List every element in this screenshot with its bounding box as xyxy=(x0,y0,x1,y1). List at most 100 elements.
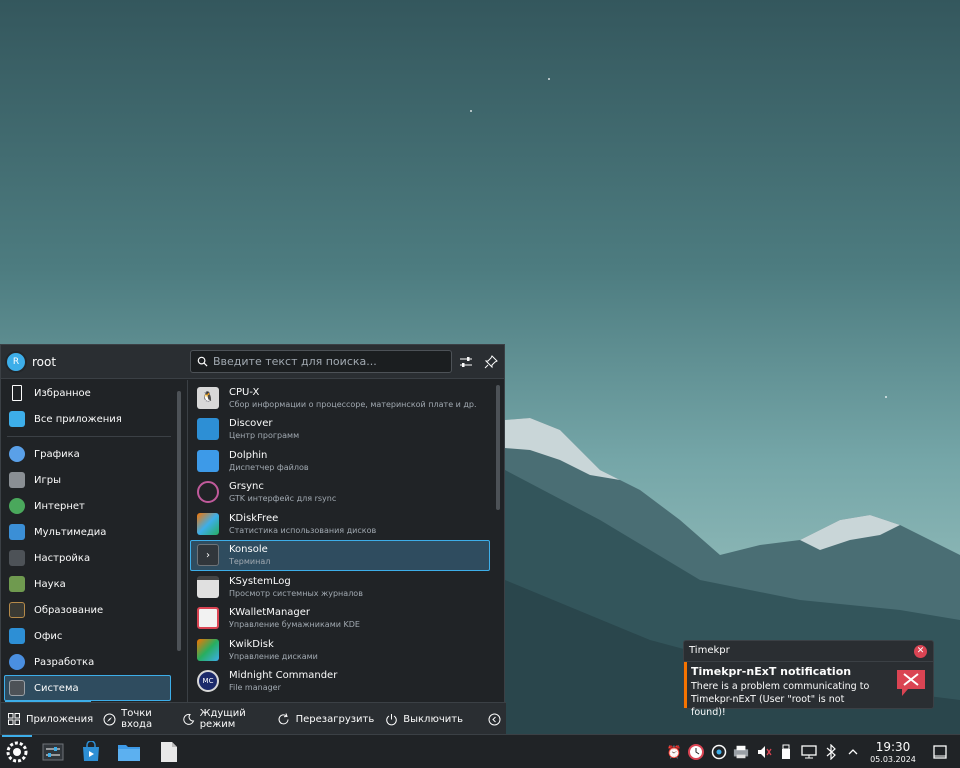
collapse-button[interactable] xyxy=(487,712,506,726)
search-input[interactable] xyxy=(213,355,433,368)
tab-applications[interactable]: Приложения xyxy=(7,712,93,726)
app-item-cpu-x[interactable]: 🐧 CPU-X Сбор информации о процессоре, мат… xyxy=(190,382,490,414)
category-science[interactable]: Наука xyxy=(1,571,183,597)
app-item-midnight-commander[interactable]: MC Midnight Commander File manager xyxy=(190,666,490,698)
kwallet-icon xyxy=(197,607,219,630)
search-field[interactable] xyxy=(190,350,452,373)
category-settings[interactable]: Настройка xyxy=(1,545,183,571)
restart-button[interactable]: Перезагрузить xyxy=(277,712,374,726)
launcher-footer: Приложения Точки входа Ждущий режим Пере… xyxy=(1,702,506,735)
app-description: Управление дисками xyxy=(229,651,318,661)
document-icon xyxy=(161,742,177,762)
app-name: KwikDisk xyxy=(229,638,274,650)
app-item-grsync[interactable]: Grsync GTK интерфейс для rsync xyxy=(190,477,490,509)
tab-applications-label: Приложения xyxy=(26,713,94,725)
category-scrollbar[interactable] xyxy=(177,391,181,651)
notification-app-name: Timekpr xyxy=(689,645,730,656)
category-graphics[interactable]: Графика xyxy=(1,441,183,467)
app-name: Dolphin xyxy=(229,449,268,461)
grsync-icon xyxy=(197,481,219,504)
app-description: File manager xyxy=(229,683,281,693)
bookmark-icon xyxy=(12,385,22,401)
category-internet[interactable]: Интернет xyxy=(1,493,183,519)
avatar[interactable]: R xyxy=(5,350,27,373)
star xyxy=(885,396,887,398)
tab-places[interactable]: Точки входа xyxy=(103,708,172,730)
urgency-bar xyxy=(684,662,687,708)
category-label: Образование xyxy=(34,604,104,616)
volume-muted-icon[interactable] xyxy=(756,744,772,760)
multimedia-icon xyxy=(9,524,25,540)
tab-places-label: Точки входа xyxy=(121,708,153,730)
alarm-icon[interactable]: ⏰ xyxy=(666,744,682,760)
category-favorites[interactable]: Избранное xyxy=(1,380,183,406)
category-label: Графика xyxy=(34,448,80,460)
app-item-konsole[interactable]: › Konsole Терминал xyxy=(190,539,490,571)
show-desktop-button[interactable] xyxy=(932,744,948,760)
launcher-button[interactable] xyxy=(4,739,30,765)
cpu-x-icon: 🐧 xyxy=(197,386,219,409)
ksystemlog-icon xyxy=(197,575,219,598)
configure-button[interactable] xyxy=(457,353,475,371)
taskbar-text-editor[interactable] xyxy=(156,739,182,765)
app-item-kwikdisk[interactable]: KwikDisk Управление дисками xyxy=(190,634,490,666)
category-development[interactable]: Разработка xyxy=(1,649,183,675)
compass-icon xyxy=(103,712,116,726)
app-description: Статистика использования дисков xyxy=(229,525,377,535)
app-list-scrollbar[interactable] xyxy=(496,385,500,510)
app-item-dolphin[interactable]: Dolphin Диспетчер файлов xyxy=(190,445,490,477)
category-multimedia[interactable]: Мультимедиа xyxy=(1,519,183,545)
category-system[interactable]: Система xyxy=(4,675,171,701)
app-item-kdiskfree[interactable]: KDiskFree Статистика использования дисков xyxy=(190,508,490,540)
app-name: CPU-X xyxy=(229,386,260,398)
printer-icon[interactable] xyxy=(733,744,749,760)
mc-icon: MC xyxy=(197,670,219,693)
close-notification-button[interactable]: ✕ xyxy=(914,645,927,658)
clock-time: 19:30 xyxy=(875,740,911,754)
app-description: Терминал xyxy=(229,557,271,567)
moon-icon xyxy=(182,712,195,726)
category-label: Система xyxy=(34,682,79,694)
category-games[interactable]: Игры xyxy=(1,467,183,493)
settings-icon xyxy=(9,550,25,566)
network-icon[interactable] xyxy=(801,744,817,760)
star xyxy=(548,78,550,80)
category-label: Интернет xyxy=(34,500,85,512)
usb-drive-icon[interactable] xyxy=(778,744,794,760)
app-name: KWalletManager xyxy=(229,607,311,619)
restart-icon xyxy=(277,712,291,726)
notification-popup[interactable]: Timekpr ✕ Timekpr-nExT notification Ther… xyxy=(683,640,934,718)
timekpr-clock-icon[interactable] xyxy=(688,744,704,760)
show-desktop-icon xyxy=(933,745,947,759)
taskbar-settings[interactable] xyxy=(40,739,66,765)
power-icon xyxy=(384,712,398,726)
category-education[interactable]: Образование xyxy=(1,597,183,623)
app-item-discover[interactable]: Discover Центр программ xyxy=(190,414,490,446)
launcher-header: R root xyxy=(1,345,504,379)
discover-icon xyxy=(83,741,99,761)
category-label: Избранное xyxy=(34,387,91,399)
category-office[interactable]: Офис xyxy=(1,623,183,649)
chevron-left-icon xyxy=(487,712,501,726)
digital-clock[interactable]: 19:30 05.03.2024 xyxy=(866,740,920,765)
chevron-up-icon[interactable] xyxy=(845,744,861,760)
taskbar-discover[interactable] xyxy=(78,739,104,765)
pin-button[interactable] xyxy=(482,353,500,371)
shutdown-button[interactable]: Выключить xyxy=(384,712,463,726)
sleep-button[interactable]: Ждущий режим xyxy=(182,708,267,730)
science-icon xyxy=(9,576,25,592)
discover-icon xyxy=(197,418,219,441)
graphics-icon xyxy=(9,446,25,462)
category-label: Наука xyxy=(34,578,66,590)
divider xyxy=(684,661,934,662)
bluetooth-icon[interactable] xyxy=(823,744,839,760)
app-item-ksystemlog[interactable]: KSystemLog Просмотр системных журналов xyxy=(190,571,490,603)
office-icon xyxy=(9,628,25,644)
taskbar-dolphin[interactable] xyxy=(116,739,142,765)
updates-icon[interactable] xyxy=(711,744,727,760)
app-name: KDiskFree xyxy=(229,512,279,524)
category-all-apps[interactable]: Все приложения xyxy=(1,406,183,432)
app-item-kwalletmanager[interactable]: KWalletManager Управление бумажниками KDE xyxy=(190,603,490,635)
system-settings-icon xyxy=(42,743,64,761)
clock-date: 05.03.2024 xyxy=(870,755,916,764)
